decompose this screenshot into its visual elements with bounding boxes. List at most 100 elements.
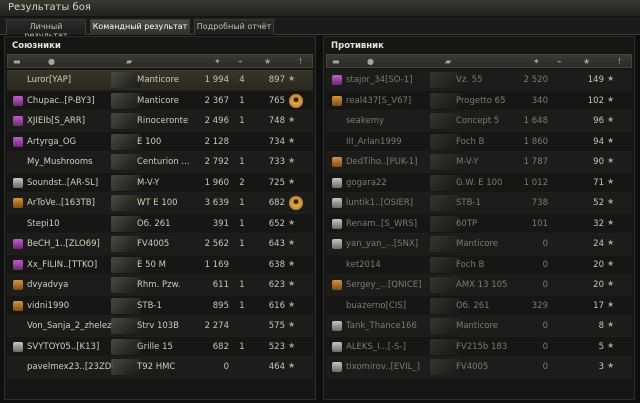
xp-header-icon[interactable]: ★ (264, 57, 271, 66)
player-row[interactable]: Von_Sanja_2_zhelez Strv 103B 2 274 575 ★ (7, 316, 313, 337)
star-icon: ★ (607, 197, 615, 206)
tab-personal[interactable]: Личный результат (6, 19, 86, 40)
damage-value: 0 (542, 239, 548, 249)
medal-icon[interactable]: ✸ (289, 93, 303, 108)
player-row[interactable]: Renam..[S_WRS] 60TP 101 32 ★ (326, 214, 632, 234)
player-header-icon[interactable]: ● (48, 57, 55, 66)
damage-value: 2 128 (204, 136, 229, 147)
tab-bar: Личный результат Командный результат Под… (0, 17, 640, 40)
frags-header-icon[interactable]: ⌁ (557, 57, 562, 66)
player-row[interactable]: stajor_34[SO-1] Vz. 55 2 520 149 ★ (326, 70, 632, 91)
window-titlebar: Результаты боя (0, 0, 640, 17)
status-header-icon[interactable]: ! (299, 57, 302, 66)
xp-value: 734 (268, 136, 285, 147)
damage-value: 1 787 (523, 157, 548, 167)
xp-value: 652 (268, 218, 285, 229)
player-header-icon[interactable]: ● (367, 57, 374, 66)
player-row[interactable]: ket2014 Foch B 0 20 ★ (326, 255, 632, 275)
platoon-header-icon[interactable]: ▬ (13, 57, 21, 66)
player-row[interactable]: luntik1..[OSIER] STB-1 738 52 ★ (326, 193, 632, 214)
rank-badge-icon (332, 177, 342, 188)
player-row[interactable]: Soundst..[AR-SL] M-V-Y 1 960 2 725 ★ (7, 173, 313, 193)
player-row[interactable]: seakemy Concept 51 648 96 ★ (326, 111, 632, 132)
star-icon: ★ (288, 361, 296, 370)
player-row[interactable]: vidni1990 STB-1 895 1 616 ★ (7, 296, 313, 316)
star-icon: ★ (288, 217, 296, 227)
tab-detailed[interactable]: Подробный отчёт (194, 19, 274, 35)
xp-value: 616 (268, 300, 285, 311)
player-row[interactable]: tixomirov..[EVIL_] FV4005 0 3 ★ (326, 357, 632, 378)
player-row[interactable]: ArToVe..[163TB] WT E 100 3 639 1 682 ✸ (7, 193, 313, 214)
damage-value: 0 (542, 362, 548, 372)
player-row[interactable]: gogara22 G.W. E 100 1 012 71 ★ (326, 173, 632, 193)
xp-value: 748 (268, 116, 285, 126)
player-name: Tank_Thance166 (346, 321, 417, 331)
player-row[interactable]: SVYTOY05..[K13] Grille 15 682 1 523 ★ (7, 337, 313, 357)
tank-header-icon[interactable]: ▰ (126, 57, 132, 66)
player-row[interactable]: yan_yan_...[SNX] Manticore 0 24 ★ (326, 234, 632, 255)
damage-value: 1 960 (204, 177, 229, 188)
xp-header-icon[interactable]: ★ (583, 57, 590, 66)
player-row[interactable]: pavelmex23..[23ZD0] T92 HMC 0 464 ★ (7, 357, 313, 378)
player-name: Chupac..[P-BY3] (27, 95, 95, 106)
star-icon: ★ (288, 115, 296, 124)
damage-value: 2 562 (204, 239, 229, 249)
star-icon: ★ (607, 94, 615, 104)
xp-value: 94 (593, 136, 604, 147)
frags-header-icon[interactable]: ⌁ (238, 57, 243, 66)
frags-value: 1 (239, 300, 245, 311)
damage-header-icon[interactable]: ✦ (533, 57, 540, 66)
damage-value: 0 (542, 321, 548, 331)
xp-value: 20 (593, 280, 604, 290)
player-name: stajor_34[SO-1] (346, 75, 413, 85)
player-row[interactable]: Xx_FILIN..[TTKO] E 50 M1 169 638 ★ (7, 255, 313, 275)
player-name: yan_yan_...[SNX] (346, 239, 419, 249)
player-row[interactable]: My_Mushrooms Centurion ... 2 792 1 733 ★ (7, 152, 313, 173)
tank-header-icon[interactable]: ▰ (445, 57, 451, 66)
platoon-header-icon[interactable]: ▬ (332, 57, 340, 66)
rank-badge-icon (332, 198, 342, 208)
status-header-icon[interactable]: ! (618, 57, 621, 66)
player-row[interactable]: Chupac..[P-BY3] Manticore 2 367 1 765 ✸ (7, 91, 313, 111)
star-icon: ★ (288, 279, 296, 288)
player-row[interactable]: BeCH_1..[ZLO69] FV4005 2 562 1 643 ★ (7, 234, 313, 255)
player-name: Artyrga_OG (27, 136, 77, 147)
player-row[interactable]: Sergey_...[QNICE] AMX 13 105 0 20 ★ (326, 275, 632, 296)
xp-value: 3 (598, 362, 604, 372)
player-row[interactable]: Stepi10 Об. 261 391 1 652 ★ (7, 214, 313, 234)
damage-header-icon[interactable]: ✦ (214, 57, 221, 66)
star-icon: ★ (607, 238, 615, 247)
damage-value: 682 (212, 341, 229, 352)
player-row[interactable]: Tank_Thance166 Manticore 0 8 ★ (326, 316, 632, 337)
player-row[interactable]: buazerno[CIS] Об. 261 329 17 ★ (326, 296, 632, 316)
xp-value: 5 (598, 341, 604, 352)
star-icon: ★ (607, 74, 615, 83)
star-icon: ★ (288, 299, 296, 309)
player-name: Von_Sanja_2_zhelez (27, 321, 112, 331)
player-row[interactable]: DedTiho..[PUK-1] M-V-Y 1 787 90 ★ (326, 152, 632, 173)
player-row[interactable]: real437[S_V67] Progetto 65 340 102 ★ (326, 91, 632, 111)
window-title: Результаты боя (8, 2, 91, 13)
player-row[interactable]: ALEKS_I...[-S-] FV215b 183 0 5 ★ (326, 337, 632, 357)
rank-badge-icon (332, 362, 342, 372)
player-name: ArToVe..[163TB] (27, 198, 95, 208)
medal-icon[interactable]: ✸ (289, 196, 303, 210)
player-row[interactable]: III_Arlan1999 Foch B1 860 94 ★ (326, 132, 632, 152)
player-row[interactable]: XJIEIb[S_ARR] Rinoceronte 2 496 1 748 ★ (7, 111, 313, 132)
damage-value: 340 (531, 95, 548, 106)
player-row[interactable]: dvyadvya Rhm. Pzw. 611 1 623 ★ (7, 275, 313, 296)
player-name: Soundst..[AR-SL] (27, 177, 99, 188)
enemies-panel: Противник ▬ ● ▰ ✦ ⌁ ★ ! stajor_34[SO-1] V… (323, 36, 635, 400)
player-row[interactable]: Artyrga_OG E 100 2 128 734 ★ (7, 132, 313, 152)
damage-value: 2 792 (204, 157, 229, 167)
star-icon: ★ (607, 299, 615, 309)
player-name: My_Mushrooms (27, 157, 93, 167)
damage-value: 2 496 (204, 116, 229, 126)
xp-value: 638 (268, 259, 285, 270)
tab-team[interactable]: Командный результат (90, 19, 190, 35)
star-icon: ★ (607, 361, 615, 370)
player-name: DedTiho..[PUK-1] (346, 157, 418, 167)
rank-badge-icon (332, 75, 342, 85)
player-row[interactable]: Luror[YAP] Manticore 1 994 4 897 ★ (7, 70, 313, 91)
allies-list: Luror[YAP] Manticore 1 994 4 897 ★ Chupac..[P-… (7, 70, 313, 378)
